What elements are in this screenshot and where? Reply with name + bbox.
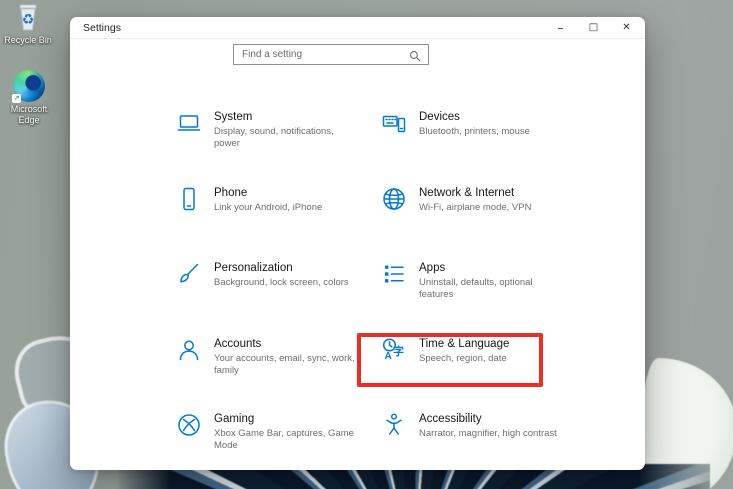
settings-window: Settings – □ ✕ System Display, sound, no… [70,17,645,470]
close-icon[interactable]: ✕ [610,17,643,38]
tile-title: Personalization [214,261,349,275]
window-title: Settings [83,22,121,34]
tile-accounts[interactable]: Accounts Your accounts, email, sync, wor… [176,337,366,377]
system-icon [176,110,202,136]
tile-accessibility[interactable]: Accessibility Narrator, magnifier, high … [381,412,571,440]
tile-title: Devices [419,110,530,124]
tile-title: Gaming [214,412,355,426]
minimize-icon[interactable]: – [544,17,577,38]
desktop: ♻ Recycle Bin ↗ Microsoft Edge Settings … [0,0,733,489]
tile-phone[interactable]: Phone Link your Android, iPhone [176,186,366,214]
svg-text:A: A [385,351,392,362]
tile-subtitle: Wi-Fi, airplane mode, VPN [419,202,531,214]
svg-text:字: 字 [393,344,404,358]
tile-subtitle: Uninstall, defaults, optional features [419,277,560,301]
tile-subtitle: Your accounts, email, sync, work, family [214,353,355,377]
devices-icon [381,110,407,136]
tile-subtitle: Xbox Game Bar, captures, Game Mode [214,428,355,452]
tile-title: Phone [214,186,322,200]
tile-subtitle: Narrator, magnifier, high contrast [419,428,557,440]
desktop-icon-recycle-bin[interactable]: ♻ Recycle Bin [2,1,54,46]
network-globe-icon [381,186,407,212]
tile-title: Apps [419,261,560,275]
desktop-icon-microsoft-edge[interactable]: ↗ Microsoft Edge [3,70,55,126]
tile-subtitle: Speech, region, date [419,353,509,365]
tile-apps[interactable]: Apps Uninstall, defaults, optional featu… [381,261,571,301]
tile-subtitle: Bluetooth, printers, mouse [419,126,530,138]
time-language-icon: A 字 [381,337,407,363]
tile-subtitle: Link your Android, iPhone [214,202,322,214]
tile-system[interactable]: System Display, sound, notifications, po… [176,110,366,150]
maximize-icon[interactable]: □ [577,17,610,38]
search-icon [409,50,421,62]
tile-time-language[interactable]: A 字 Time & Language Speech, region, date [381,337,571,365]
caption-buttons: – □ ✕ [544,17,643,38]
titlebar[interactable]: Settings – □ ✕ [70,17,645,39]
shortcut-arrow-icon: ↗ [12,94,21,103]
tile-devices[interactable]: Devices Bluetooth, printers, mouse [381,110,571,138]
accounts-person-icon [176,337,202,363]
search-input[interactable] [234,45,428,64]
edge-logo-icon: ↗ [13,70,45,102]
tile-title: System [214,110,355,124]
tile-gaming[interactable]: Gaming Xbox Game Bar, captures, Game Mod… [176,412,366,452]
tile-title: Network & Internet [419,186,531,200]
gaming-xbox-icon [176,412,202,438]
personalization-brush-icon [176,261,202,287]
recycle-bin-icon: ♻ [12,1,44,33]
svg-text:♻: ♻ [22,12,35,28]
tile-subtitle: Display, sound, notifications, power [214,126,355,150]
tile-title: Time & Language [419,337,509,351]
phone-icon [176,186,202,212]
tile-title: Accessibility [419,412,557,426]
tile-subtitle: Background, lock screen, colors [214,277,349,289]
apps-list-icon [381,261,407,287]
desktop-icon-label: Microsoft Edge [6,104,52,126]
accessibility-person-icon [381,412,407,438]
tile-personalization[interactable]: Personalization Background, lock screen,… [176,261,366,289]
tile-network-internet[interactable]: Network & Internet Wi-Fi, airplane mode,… [381,186,571,214]
tile-title: Accounts [214,337,355,351]
desktop-icon-label: Recycle Bin [2,35,54,46]
search-box[interactable] [233,44,429,65]
